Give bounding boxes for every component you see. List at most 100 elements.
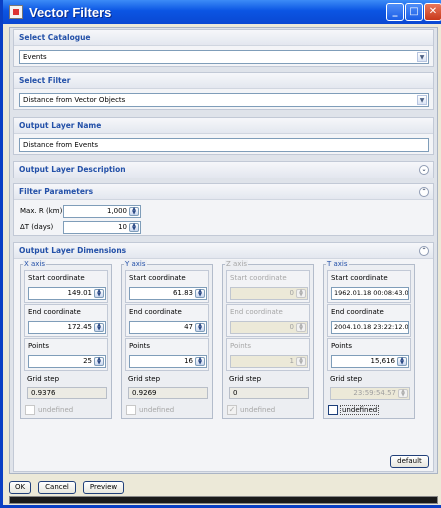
spinner-arrows-icon[interactable]: ▲ ▼ xyxy=(195,289,205,298)
chevron-down-icon[interactable]: ▼ xyxy=(417,95,427,105)
y-points-spinner[interactable]: 16 ▲ ▼ xyxy=(129,355,207,368)
t-axis-group: T axis Start coordinate 1962.01.18 00:08… xyxy=(323,260,415,419)
ok-button[interactable]: OK xyxy=(9,481,31,494)
z-undefined-checkbox: ✓ xyxy=(227,405,237,415)
window-title: Vector Filters xyxy=(29,4,112,20)
x-start-label: Start coordinate xyxy=(28,274,85,282)
spinner-arrows-icon[interactable]: ▲ ▼ xyxy=(129,207,139,216)
z-grid-step: 0 xyxy=(229,387,309,399)
progress-bar xyxy=(9,496,438,504)
x-points-spinner[interactable]: 25 ▲ ▼ xyxy=(28,355,106,368)
y-end-value: 47 xyxy=(184,323,193,331)
t-end-group: End coordinate 2004.10.18 23:22:12.000 xyxy=(327,304,411,337)
maximize-button[interactable]: □ xyxy=(405,3,423,21)
t-undefined-label: undefined xyxy=(340,405,380,415)
y-grid-group: Grid step 0.9269 xyxy=(125,372,209,400)
filter-parameters-header[interactable]: Filter Parameters ⌃ xyxy=(14,184,433,200)
z-end-value: 0 xyxy=(289,323,294,331)
y-points-value: 16 xyxy=(184,357,193,365)
z-start-spinner: 0 ▲ ▼ xyxy=(230,287,308,300)
output-layer-dimensions-header[interactable]: Output Layer Dimensions ⌃ xyxy=(14,243,433,259)
output-layer-description-section: Output Layer Description ⌄ xyxy=(13,161,434,178)
max-r-value: 1,000 xyxy=(106,207,127,215)
spinner-arrows-icon[interactable]: ▲ ▼ xyxy=(129,223,139,232)
y-grid-label: Grid step xyxy=(128,375,161,383)
spinner-arrows-icon[interactable]: ▲ ▼ xyxy=(397,357,407,366)
y-start-group: Start coordinate 61.83 ▲ ▼ xyxy=(125,270,209,303)
output-layer-dimensions-section: Output Layer Dimensions ⌃ X axis Start c… xyxy=(13,242,434,472)
x-start-value: 149.01 xyxy=(67,289,93,297)
delta-t-spinner[interactable]: 10 ▲ ▼ xyxy=(63,221,141,234)
vector-filters-window: Vector Filters _ □ ✕ Select Catalogue Ev… xyxy=(0,0,441,508)
t-start-label: Start coordinate xyxy=(331,274,388,282)
x-end-spinner[interactable]: 172.45 ▲ ▼ xyxy=(28,321,106,334)
select-catalogue-header[interactable]: Select Catalogue xyxy=(14,30,433,46)
spinner-arrows-icon[interactable]: ▲ ▼ xyxy=(94,323,104,332)
cancel-button[interactable]: Cancel xyxy=(38,481,76,494)
y-end-spinner[interactable]: 47 ▲ ▼ xyxy=(129,321,207,334)
z-axis-group: Z axis Start coordinate 0 ▲ ▼ End coordin… xyxy=(222,260,314,419)
t-end-label: End coordinate xyxy=(331,308,384,316)
y-end-group: End coordinate 47 ▲ ▼ xyxy=(125,304,209,337)
z-points-value: 1 xyxy=(289,357,294,365)
t-points-value: 15,616 xyxy=(370,357,396,365)
spinner-arrows-icon: ▲ ▼ xyxy=(398,389,408,398)
z-end-spinner: 0 ▲ ▼ xyxy=(230,321,308,334)
close-button[interactable]: ✕ xyxy=(424,3,441,21)
filter-parameters-title: Filter Parameters xyxy=(19,187,94,196)
collapse-chevron-icon[interactable]: ⌃ xyxy=(419,246,429,256)
spinner-arrows-icon[interactable]: ▲ ▼ xyxy=(195,323,205,332)
t-end-input[interactable]: 2004.10.18 23:22:12.000 xyxy=(331,321,409,334)
select-filter-header[interactable]: Select Filter xyxy=(14,73,433,89)
y-start-label: Start coordinate xyxy=(129,274,186,282)
t-grid-group: Grid step 23:59:54.57 ▲ ▼ xyxy=(327,372,411,400)
spinner-arrows-icon[interactable]: ▲ ▼ xyxy=(195,357,205,366)
output-layer-description-header[interactable]: Output Layer Description ⌄ xyxy=(14,162,433,178)
preview-button[interactable]: Preview xyxy=(83,481,124,494)
spinner-arrows-icon: ▲ ▼ xyxy=(296,357,306,366)
chevron-down-icon[interactable]: ▼ xyxy=(417,52,427,62)
filter-select[interactable]: Distance from Vector Objects ▼ xyxy=(19,93,429,107)
y-undefined-checkbox[interactable] xyxy=(126,405,136,415)
y-undefined-label: undefined xyxy=(139,406,175,414)
x-undefined-checkbox[interactable] xyxy=(25,405,35,415)
z-end-label: End coordinate xyxy=(230,308,283,316)
max-r-spinner[interactable]: 1,000 ▲ ▼ xyxy=(63,205,141,218)
collapse-chevron-icon[interactable]: ⌃ xyxy=(419,187,429,197)
output-layer-name-input[interactable]: Distance from Events xyxy=(19,138,429,152)
x-start-spinner[interactable]: 149.01 ▲ ▼ xyxy=(28,287,106,300)
t-axis-title: T axis xyxy=(326,260,349,268)
t-start-group: Start coordinate 1962.01.18 00:08:43.000 xyxy=(327,270,411,303)
y-end-label: End coordinate xyxy=(129,308,182,316)
catalogue-select[interactable]: Events ▼ xyxy=(19,50,429,64)
t-points-group: Points 15,616 ▲ ▼ xyxy=(327,338,411,371)
z-start-group: Start coordinate 0 ▲ ▼ xyxy=(226,270,310,303)
z-start-label: Start coordinate xyxy=(230,274,287,282)
z-grid-group: Grid step 0 xyxy=(226,372,310,400)
max-r-label: Max. R (km) xyxy=(20,207,63,215)
x-end-value: 172.45 xyxy=(67,323,93,331)
y-points-group: Points 16 ▲ ▼ xyxy=(125,338,209,371)
select-filter-section: Select Filter Distance from Vector Objec… xyxy=(13,72,434,110)
t-grid-step-spinner: 23:59:54.57 ▲ ▼ xyxy=(330,387,410,400)
t-start-input[interactable]: 1962.01.18 00:08:43.000 xyxy=(331,287,409,300)
button-bar: OK Cancel Preview xyxy=(9,478,438,494)
expand-chevron-icon[interactable]: ⌄ xyxy=(419,165,429,175)
y-start-spinner[interactable]: 61.83 ▲ ▼ xyxy=(129,287,207,300)
minimize-button[interactable]: _ xyxy=(386,3,404,21)
output-layer-name-header[interactable]: Output Layer Name xyxy=(14,118,433,134)
z-points-spinner: 1 ▲ ▼ xyxy=(230,355,308,368)
default-button[interactable]: default xyxy=(390,455,429,468)
x-points-label: Points xyxy=(28,342,50,350)
output-layer-dimensions-title: Output Layer Dimensions xyxy=(19,246,127,255)
t-undefined-checkbox[interactable] xyxy=(328,405,338,415)
delta-t-label: ΔT (days) xyxy=(20,223,54,231)
z-points-group: Points 1 ▲ ▼ xyxy=(226,338,310,371)
title-bar[interactable]: Vector Filters _ □ ✕ xyxy=(3,0,441,24)
x-points-value: 25 xyxy=(83,357,92,365)
x-undefined-label: undefined xyxy=(38,406,74,414)
z-axis-title: Z axis xyxy=(225,260,249,268)
spinner-arrows-icon[interactable]: ▲ ▼ xyxy=(94,289,104,298)
t-points-spinner[interactable]: 15,616 ▲ ▼ xyxy=(331,355,409,368)
spinner-arrows-icon[interactable]: ▲ ▼ xyxy=(94,357,104,366)
